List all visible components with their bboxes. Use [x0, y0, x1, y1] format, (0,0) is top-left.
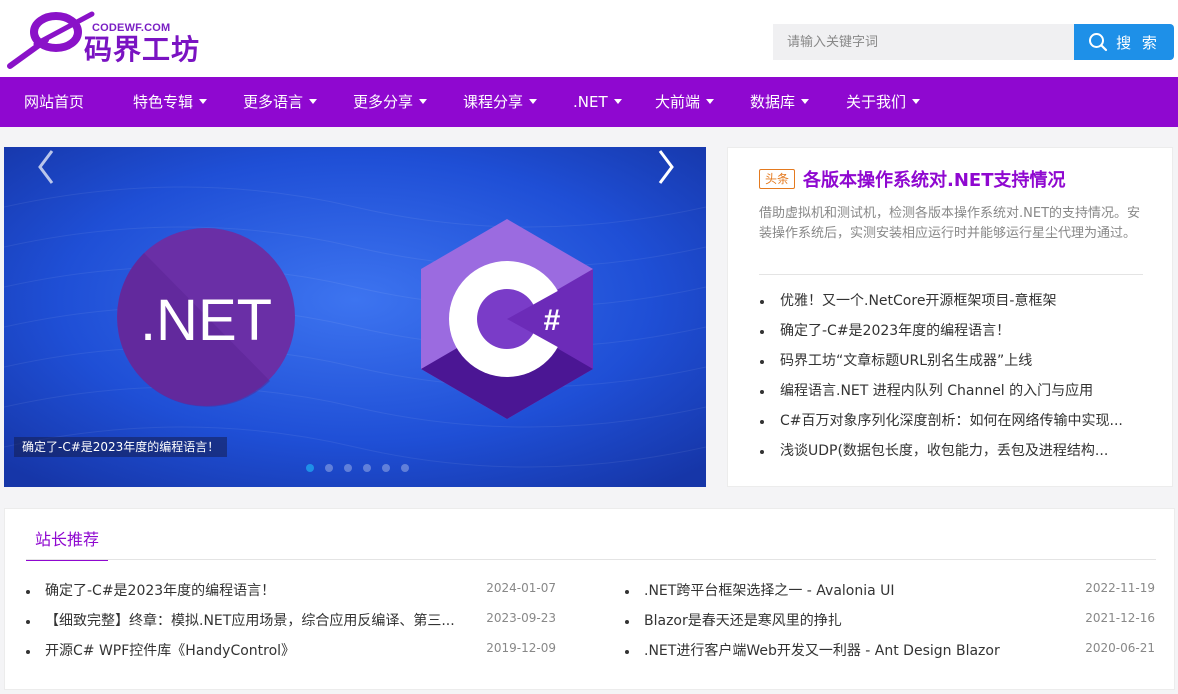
- divider: [26, 559, 1156, 560]
- nav-item-label: 数据库: [750, 93, 796, 111]
- nav-item-shares[interactable]: 更多分享: [353, 77, 428, 127]
- nav-item-courses[interactable]: 课程分享: [463, 77, 538, 127]
- nav-item-label: 更多语言: [243, 93, 304, 111]
- carousel-dot[interactable]: [401, 464, 409, 472]
- chevron-down-icon: [706, 99, 715, 104]
- search-input[interactable]: [773, 24, 1075, 60]
- article-date: 2021-12-16: [1085, 611, 1155, 625]
- tab-recommend[interactable]: 站长推荐: [26, 525, 109, 561]
- search-button-label: 搜 索: [1116, 33, 1160, 52]
- nav-item-about[interactable]: 关于我们: [846, 77, 921, 127]
- list-item[interactable]: 优雅！又一个.NetCore开源框架项目-意框架: [759, 286, 1149, 316]
- nav-item-home[interactable]: 网站首页: [24, 77, 84, 127]
- article-date: 2019-12-09: [486, 641, 556, 655]
- list-item[interactable]: 浅谈UDP(数据包长度，收包能力，丢包及进程结构...: [759, 436, 1149, 466]
- article-title: 【细致完整】终章：模拟.NET应用场景，综合应用反编译、第三...: [45, 613, 455, 629]
- nav-item-label: 课程分享: [463, 93, 524, 111]
- article-title: .NET进行客户端Web开发又一利器 - Ant Design Blazor: [644, 643, 1000, 659]
- headline-title-link[interactable]: 各版本操作系统对.NET支持情况: [803, 166, 1065, 192]
- carousel-dot[interactable]: [382, 464, 390, 472]
- recommend-section: 站长推荐 确定了-C#是2023年度的编程语言！ 2024-01-07 【细致完…: [4, 508, 1175, 690]
- search-icon: [1089, 33, 1108, 52]
- list-item[interactable]: .NET跨平台框架选择之一 - Avalonia UI 2022-11-19: [625, 576, 1155, 606]
- chevron-down-icon: [419, 99, 428, 104]
- list-item[interactable]: C#百万对象序列化深度剖析：如何在网络传输中实现...: [759, 406, 1149, 436]
- carousel-dots: [306, 464, 409, 472]
- chevron-down-icon: [613, 99, 622, 104]
- logo-mark-icon: [7, 11, 95, 69]
- banner-slide-image: .NET #: [4, 147, 706, 487]
- site-logo[interactable]: CODEWF.COM 码界工坊: [6, 6, 216, 70]
- nav-item-languages[interactable]: 更多语言: [243, 77, 318, 127]
- nav-item-database[interactable]: 数据库: [750, 77, 810, 127]
- article-date: 2023-09-23: [486, 611, 556, 625]
- nav-item-label: 大前端: [655, 93, 701, 111]
- list-item[interactable]: 确定了-C#是2023年度的编程语言！: [759, 316, 1149, 346]
- divider: [759, 274, 1143, 275]
- list-item[interactable]: 开源C# WPF控件库《HandyControl》 2019-12-09: [26, 636, 556, 666]
- article-date: 2020-06-21: [1085, 641, 1155, 655]
- article-date: 2022-11-19: [1085, 581, 1155, 595]
- list-item[interactable]: .NET进行客户端Web开发又一利器 - Ant Design Blazor 2…: [625, 636, 1155, 666]
- carousel-dot[interactable]: [325, 464, 333, 472]
- article-title: 确定了-C#是2023年度的编程语言！: [45, 583, 276, 599]
- article-title: 开源C# WPF控件库《HandyControl》: [45, 643, 296, 659]
- list-item[interactable]: 确定了-C#是2023年度的编程语言！ 2024-01-07: [26, 576, 556, 606]
- nav-item-label: 更多分享: [353, 93, 414, 111]
- dotnet-logo-text: .NET: [140, 288, 272, 353]
- nav-item-label: 网站首页: [24, 93, 85, 111]
- carousel-dot[interactable]: [344, 464, 352, 472]
- headline-article-list: 优雅！又一个.NetCore开源框架项目-意框架 确定了-C#是2023年度的编…: [759, 286, 1149, 466]
- svg-text:#: #: [544, 304, 561, 337]
- nav-item-featured[interactable]: 特色专辑: [133, 77, 208, 127]
- carousel-dot[interactable]: [306, 464, 314, 472]
- carousel-dot[interactable]: [363, 464, 371, 472]
- list-item[interactable]: 码界工坊“文章标题URL别名生成器”上线: [759, 346, 1149, 376]
- article-title: .NET跨平台框架选择之一 - Avalonia UI: [644, 583, 895, 599]
- nav-item-label: .NET: [573, 93, 608, 111]
- main-nav: 网站首页 特色专辑 更多语言 更多分享 课程分享 .NET 大前端 数据库 关于…: [0, 77, 1178, 127]
- nav-item-label: 关于我们: [846, 93, 907, 111]
- list-item[interactable]: 编程语言.NET 进程内队列 Channel 的入门与应用: [759, 376, 1149, 406]
- banner-caption[interactable]: 确定了-C#是2023年度的编程语言！: [14, 437, 228, 457]
- chevron-down-icon: [309, 99, 318, 104]
- list-item[interactable]: 【细致完整】终章：模拟.NET应用场景，综合应用反编译、第三... 2023-0…: [26, 606, 556, 636]
- headline-tag-badge: 头条: [759, 169, 796, 189]
- chevron-down-icon: [912, 99, 921, 104]
- article-title: Blazor是春天还是寒风里的挣扎: [644, 613, 842, 629]
- headline-panel: 头条 各版本操作系统对.NET支持情况 借助虚拟机和测试机，检测各版本操作系统对…: [727, 147, 1173, 487]
- search-button[interactable]: 搜 索: [1074, 24, 1174, 60]
- recommend-list-right: .NET跨平台框架选择之一 - Avalonia UI 2022-11-19 B…: [625, 576, 1155, 666]
- logo-name-text: 码界工坊: [84, 33, 201, 66]
- list-item[interactable]: Blazor是春天还是寒风里的挣扎 2021-12-16: [625, 606, 1155, 636]
- nav-item-frontend[interactable]: 大前端: [655, 77, 715, 127]
- nav-item-dotnet[interactable]: .NET: [573, 77, 622, 127]
- recommend-list-left: 确定了-C#是2023年度的编程语言！ 2024-01-07 【细致完整】终章：…: [26, 576, 556, 666]
- chevron-down-icon: [529, 99, 538, 104]
- banner-carousel[interactable]: .NET # 确定了-C#是2023年度的编程语言！: [4, 147, 706, 487]
- headline-summary: 借助虚拟机和测试机，检测各版本操作系统对.NET的支持情况。安装操作系统后，实测…: [759, 206, 1141, 241]
- chevron-down-icon: [199, 99, 208, 104]
- next-slide-icon[interactable]: [654, 147, 678, 187]
- article-date: 2024-01-07: [486, 581, 556, 595]
- prev-slide-icon[interactable]: [34, 147, 58, 187]
- nav-item-label: 特色专辑: [133, 93, 194, 111]
- site-header: CODEWF.COM 码界工坊 搜 索: [0, 0, 1178, 77]
- chevron-down-icon: [801, 99, 810, 104]
